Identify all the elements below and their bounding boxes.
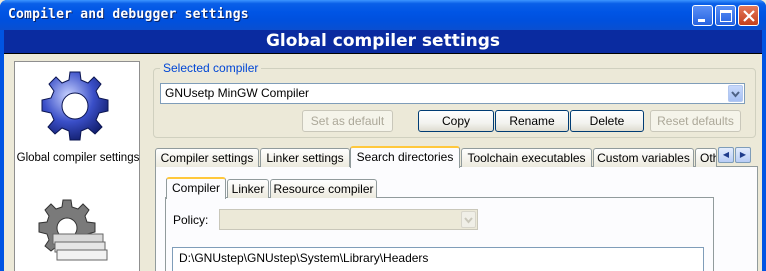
category-item-global-compiler[interactable]: Global compiler settings — [15, 62, 139, 182]
tab-toolchain-executables[interactable]: Toolchain executables — [461, 148, 592, 167]
tab-search-directories[interactable]: Search directories — [350, 146, 460, 168]
rename-button[interactable]: Rename — [495, 110, 569, 132]
window-title: Compiler and debugger settings — [8, 7, 249, 22]
tab-scroll-left[interactable]: ◀ — [718, 147, 734, 163]
category-item-second[interactable] — [15, 190, 139, 271]
compiler-select[interactable]: GNUsetp MinGW Compiler — [160, 83, 745, 104]
page-title: Global compiler settings — [265, 31, 501, 51]
subtab-compiler-active[interactable]: Compiler — [166, 177, 226, 199]
maximize-button[interactable] — [715, 5, 736, 26]
chevron-down-icon[interactable] — [461, 211, 476, 228]
header-band: Global compiler settings — [4, 30, 762, 54]
set-as-default-button[interactable]: Set as default — [302, 110, 393, 132]
compiler-select-value: GNUsetp MinGW Compiler — [165, 86, 310, 100]
reset-defaults-button[interactable]: Reset defaults — [650, 110, 741, 132]
subtab-linker[interactable]: Linker — [227, 179, 269, 198]
chevron-down-icon[interactable] — [728, 85, 743, 102]
maximize-icon — [720, 10, 732, 22]
tab-linker-settings[interactable]: Linker settings — [260, 148, 350, 167]
title-bar[interactable]: Compiler and debugger settings — [0, 0, 766, 30]
policy-select[interactable] — [219, 209, 478, 230]
copy-button[interactable]: Copy — [418, 110, 494, 132]
category-list[interactable]: Global compiler settings — [14, 61, 140, 271]
chevron-right-icon: ▶ — [739, 150, 747, 159]
gear-icon — [41, 71, 109, 141]
gear-with-papers-icon — [38, 199, 108, 261]
tab-compiler-settings[interactable]: Compiler settings — [155, 148, 259, 167]
tab-other[interactable]: Oth — [695, 148, 717, 167]
category-label: Global compiler settings — [16, 152, 140, 164]
close-icon — [743, 10, 755, 22]
subtab-resource-compiler[interactable]: Resource compiler — [270, 179, 377, 198]
tab-custom-variables[interactable]: Custom variables — [593, 148, 694, 167]
directory-list[interactable]: D:\GNUstep\GNUstep\System\Library\Header… — [172, 247, 704, 271]
list-item[interactable]: D:\GNUstep\GNUstep\System\Library\Header… — [179, 251, 428, 265]
tab-scroll-right[interactable]: ▶ — [735, 147, 751, 163]
policy-label: Policy: — [173, 213, 209, 227]
chevron-left-icon: ◀ — [722, 150, 730, 159]
delete-button[interactable]: Delete — [570, 110, 644, 132]
minimize-button[interactable] — [692, 5, 713, 26]
minimize-icon — [698, 19, 705, 22]
selected-compiler-legend: Selected compiler — [160, 61, 262, 75]
close-button[interactable] — [738, 5, 759, 26]
